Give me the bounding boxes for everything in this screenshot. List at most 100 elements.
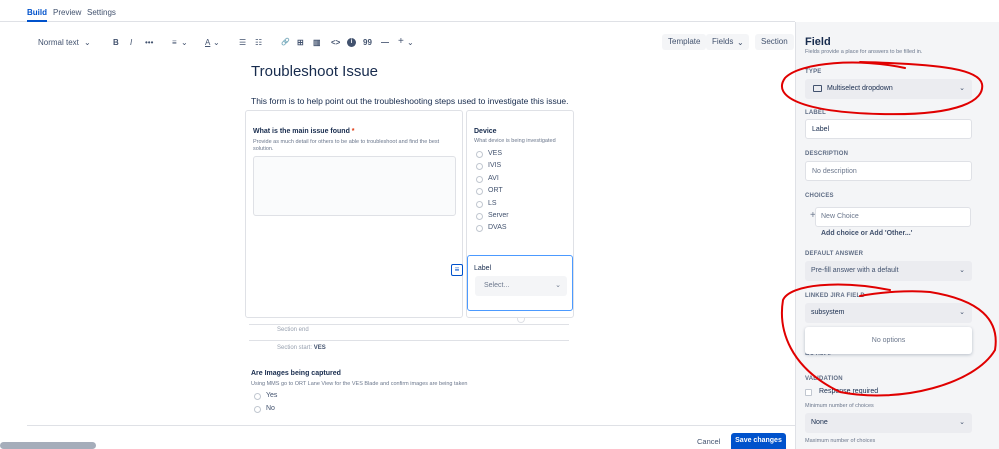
default-answer-label: DEFAULT ANSWER [805,251,864,257]
info-icon[interactable]: i [347,38,356,47]
chevron-down-icon[interactable]: ⌄ [213,38,220,47]
radio-label: Server [488,212,509,219]
italic-icon[interactable]: I [130,38,132,47]
cancel-button[interactable]: Cancel [693,435,724,448]
chevron-down-icon: ⌄ [959,309,965,316]
chevron-down-icon: ⌄ [959,85,965,92]
tab-preview[interactable]: Preview [53,8,81,17]
radio-label: AVI [488,175,499,182]
panel-subtitle: Fields provide a place for answers to be… [805,49,923,55]
required-mark: * [351,128,355,135]
description-input[interactable]: No description [805,161,972,181]
linked-field-dropdown-menu: No options [805,327,972,354]
editor-tabs: Build Preview Settings [0,0,795,22]
question-title: Label [474,265,492,272]
chevron-down-icon[interactable]: ⌄ [181,38,188,47]
validation-label: VALIDATION [805,376,843,382]
active-tab-indicator [27,20,47,22]
radio-icon[interactable] [476,176,483,183]
chevron-down-icon: ⌄ [555,282,561,289]
chevron-down-icon: ⌄ [959,267,965,274]
editor-toolbar: Normal text ⌄ B I ••• ≡ ⌄ A ⌄ ☰ ☷ 🔗 ⊞ ▥ … [0,30,795,54]
linked-jira-field-input[interactable]: subsystem ⌄ [805,303,972,323]
text-color-icon[interactable]: A [205,38,210,47]
question-title: What is the main issue found * [253,128,355,135]
bold-icon[interactable]: B [113,38,119,47]
type-label: TYPE [805,69,822,75]
radio-icon[interactable] [476,213,483,220]
question-card-main-issue[interactable]: What is the main issue found * Provide a… [245,110,463,318]
question-title[interactable]: Are Images being captured [251,370,341,377]
numbered-list-icon[interactable]: ☷ [255,38,262,47]
select-dropdown[interactable]: Select... ⌄ [475,276,567,296]
radio-icon[interactable] [476,188,483,195]
tab-settings[interactable]: Settings [87,8,116,17]
max-choices-label: Maximum number of choices [805,438,876,444]
radio-label: No [266,405,275,412]
default-answer-select[interactable]: Pre-fill answer with a default ⌄ [805,261,972,281]
link-icon[interactable]: 🔗 [281,38,290,46]
align-icon[interactable]: ≡ [172,38,177,47]
checkbox-label: Response required [819,388,879,395]
type-select[interactable]: Multiselect dropdown ⌄ [805,79,972,99]
min-choices-label: Minimum number of choices [805,403,874,409]
select-placeholder: Select... [484,282,510,289]
new-choice-input[interactable]: New Choice [815,207,971,227]
save-changes-button[interactable]: Save changes [731,433,786,449]
more-formatting-icon[interactable]: ••• [145,38,153,47]
radio-label: ORT [488,187,503,194]
add-choice-link[interactable]: Add choice or Add 'Other...' [821,230,912,237]
divider-icon[interactable]: — [381,38,389,47]
table-icon[interactable]: ⊞ [297,38,304,47]
section-divider [249,340,569,341]
radio-icon[interactable] [254,393,261,400]
description-label: DESCRIPTION [805,151,849,157]
type-value: Multiselect dropdown [827,85,893,92]
linked-jira-field-label: LINKED JIRA FIELD [805,293,865,299]
form-description[interactable]: This form is to help point out the troub… [251,96,569,106]
checkbox-icon[interactable] [805,389,812,396]
text-style-dropdown[interactable]: Normal text [38,38,79,47]
radio-icon[interactable] [476,225,483,232]
label-input[interactable]: Label [805,119,972,139]
min-choices-select[interactable]: None ⌄ [805,413,972,433]
section-end-label: Section end [277,327,309,333]
radio-label: DVAS [488,224,507,231]
section-divider [249,324,569,325]
radio-icon[interactable] [254,406,261,413]
drag-handle-icon[interactable]: ≡ [451,264,463,276]
chevron-down-icon[interactable]: ⌄ [84,38,91,47]
layout-icon[interactable]: ▥ [313,38,321,47]
section-start-prefix: Section start: [277,345,313,351]
section-button[interactable]: Section [755,34,794,50]
form-title[interactable]: Troubleshoot Issue [251,63,378,80]
dropdown-field-icon [813,85,822,92]
panel-title: Field [805,36,831,48]
template-button[interactable]: Template [662,34,707,50]
question-title: Device [474,128,497,135]
answer-textarea[interactable] [253,156,456,216]
bullet-list-icon[interactable]: ☰ [239,38,246,47]
radio-label: Yes [266,392,278,399]
section-start-label: Section start: VES [277,345,326,351]
chevron-down-icon: ⌄ [959,419,965,426]
radio-label: IVIS [488,162,502,169]
footer-divider [27,425,795,426]
question-card-label-selected[interactable]: Label Select... ⌄ [467,255,573,311]
code-icon[interactable]: <> [331,38,340,47]
tab-build[interactable]: Build [27,8,47,17]
question-description: Provide as much detail for others to be … [253,139,440,152]
chevron-down-icon[interactable]: ⌄ [737,38,744,47]
horizontal-scrollbar[interactable] [0,442,96,449]
question-description: Using MMS go to ORT Lane View for the VE… [251,381,468,387]
quote-icon[interactable]: 99 [363,38,372,47]
radio-icon[interactable] [476,201,483,208]
insert-icon[interactable]: + [398,36,404,47]
radio-label: LS [488,200,497,207]
chevron-down-icon[interactable]: ⌄ [407,38,414,47]
radio-icon[interactable] [476,151,483,158]
radio-icon[interactable] [476,163,483,170]
question-title-text: What is the main issue found [253,128,350,135]
choices-label: CHOICES [805,193,834,199]
linked-jira-field-value: subsystem [811,309,845,316]
